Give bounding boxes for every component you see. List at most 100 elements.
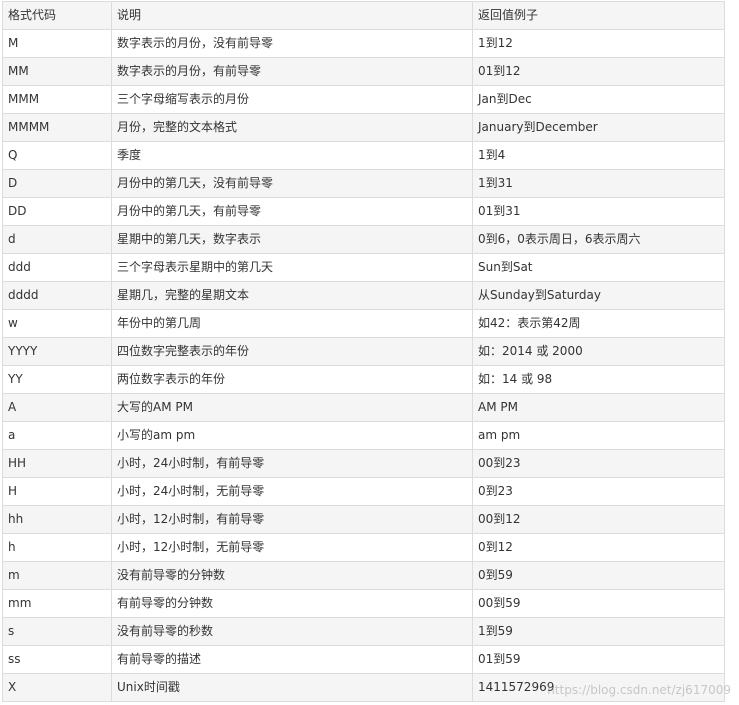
cell-description: 小时，12小时制，有前导零 [111,505,473,534]
cell-format-code: MM [2,57,112,86]
cell-example: 01到59 [472,645,725,674]
cell-example: 如42：表示第42周 [472,309,725,338]
cell-format-code: YY [2,365,112,394]
cell-format-code: MMM [2,85,112,114]
cell-format-code: hh [2,505,112,534]
table-row: D 月份中的第几天，没有前导零 1到31 [2,169,725,198]
table-row: M 数字表示的月份，没有前导零 1到12 [2,29,725,58]
cell-description: 月份中的第几天，没有前导零 [111,169,473,198]
table-row: X Unix时间戳 1411572969 [2,673,725,702]
cell-format-code: D [2,169,112,198]
cell-format-code: M [2,29,112,58]
cell-example: 0到59 [472,561,725,590]
table-body: 格式代码 说明 返回值例子 M 数字表示的月份，没有前导零 1到12 MM 数字表示的月… [2,1,725,702]
header-format-code: 格式代码 [2,1,112,30]
table-row: w 年份中的第几周 如42：表示第42周 [2,309,725,338]
cell-description: 小时，24小时制，无前导零 [111,477,473,506]
cell-example: 1到31 [472,169,725,198]
cell-format-code: ss [2,645,112,674]
cell-description: 三个字母缩写表示的月份 [111,85,473,114]
cell-description: 大写的AM PM [111,393,473,422]
cell-description: 季度 [111,141,473,170]
cell-format-code: dddd [2,281,112,310]
cell-format-code: h [2,533,112,562]
table-row: ddd 三个字母表示星期中的第几天 Sun到Sat [2,253,725,282]
cell-format-code: w [2,309,112,338]
cell-format-code: HH [2,449,112,478]
cell-description: 月份中的第几天，有前导零 [111,197,473,226]
format-codes-table: 格式代码 说明 返回值例子 M 数字表示的月份，没有前导零 1到12 MM 数字表示的月… [2,1,725,702]
cell-format-code: m [2,561,112,590]
cell-example: 00到23 [472,449,725,478]
cell-format-code: ddd [2,253,112,282]
cell-format-code: mm [2,589,112,618]
cell-format-code: YYYY [2,337,112,366]
cell-description: 年份中的第几周 [111,309,473,338]
cell-description: 三个字母表示星期中的第几天 [111,253,473,282]
cell-example: 0到12 [472,533,725,562]
cell-description: 有前导零的分钟数 [111,589,473,618]
table-row: MMMM 月份，完整的文本格式 January到December [2,113,725,142]
cell-format-code: DD [2,197,112,226]
table-row: d 星期中的第几天，数字表示 0到6，0表示周日，6表示周六 [2,225,725,254]
cell-format-code: Q [2,141,112,170]
cell-example: 01到31 [472,197,725,226]
cell-description: 两位数字表示的年份 [111,365,473,394]
table-row: YY 两位数字表示的年份 如：14 或 98 [2,365,725,394]
cell-description: Unix时间戳 [111,673,473,702]
cell-example: 从Sunday到Saturday [472,281,725,310]
cell-example: 1到59 [472,617,725,646]
cell-example: January到December [472,113,725,142]
cell-example: Sun到Sat [472,253,725,282]
cell-example: 1411572969 [472,673,725,702]
table-row: ss 有前导零的描述 01到59 [2,645,725,674]
table-row: HH 小时，24小时制，有前导零 00到23 [2,449,725,478]
table-row: DD 月份中的第几天，有前导零 01到31 [2,197,725,226]
header-example: 返回值例子 [472,1,725,30]
table-row: s 没有前导零的秒数 1到59 [2,617,725,646]
cell-description: 没有前导零的分钟数 [111,561,473,590]
cell-example: 0到6，0表示周日，6表示周六 [472,225,725,254]
cell-format-code: H [2,477,112,506]
cell-description: 小时，12小时制，无前导零 [111,533,473,562]
cell-example: AM PM [472,393,725,422]
cell-format-code: d [2,225,112,254]
cell-example: Jan到Dec [472,85,725,114]
cell-format-code: s [2,617,112,646]
cell-description: 有前导零的描述 [111,645,473,674]
cell-example: am pm [472,421,725,450]
table-row: MM 数字表示的月份，有前导零 01到12 [2,57,725,86]
cell-example: 00到12 [472,505,725,534]
table-row: Q 季度 1到4 [2,141,725,170]
cell-example: 1到12 [472,29,725,58]
cell-description: 小写的am pm [111,421,473,450]
cell-description: 四位数字完整表示的年份 [111,337,473,366]
table-row: dddd 星期几，完整的星期文本 从Sunday到Saturday [2,281,725,310]
table-row: m 没有前导零的分钟数 0到59 [2,561,725,590]
table-row: mm 有前导零的分钟数 00到59 [2,589,725,618]
cell-example: 01到12 [472,57,725,86]
table-row: A 大写的AM PM AM PM [2,393,725,422]
cell-format-code: X [2,673,112,702]
table-row: h 小时，12小时制，无前导零 0到12 [2,533,725,562]
table-row: hh 小时，12小时制，有前导零 00到12 [2,505,725,534]
cell-format-code: A [2,393,112,422]
table-row: MMM 三个字母缩写表示的月份 Jan到Dec [2,85,725,114]
cell-example: 如：14 或 98 [472,365,725,394]
cell-example: 0到23 [472,477,725,506]
header-description: 说明 [111,1,473,30]
cell-description: 星期中的第几天，数字表示 [111,225,473,254]
table-row: a 小写的am pm am pm [2,421,725,450]
cell-format-code: a [2,421,112,450]
cell-format-code: MMMM [2,113,112,142]
cell-description: 星期几，完整的星期文本 [111,281,473,310]
cell-description: 数字表示的月份，没有前导零 [111,29,473,58]
table-header-row: 格式代码 说明 返回值例子 [2,1,725,30]
cell-description: 数字表示的月份，有前导零 [111,57,473,86]
cell-description: 月份，完整的文本格式 [111,113,473,142]
table-row: YYYY 四位数字完整表示的年份 如：2014 或 2000 [2,337,725,366]
cell-example: 如：2014 或 2000 [472,337,725,366]
cell-description: 没有前导零的秒数 [111,617,473,646]
cell-example: 1到4 [472,141,725,170]
cell-description: 小时，24小时制，有前导零 [111,449,473,478]
